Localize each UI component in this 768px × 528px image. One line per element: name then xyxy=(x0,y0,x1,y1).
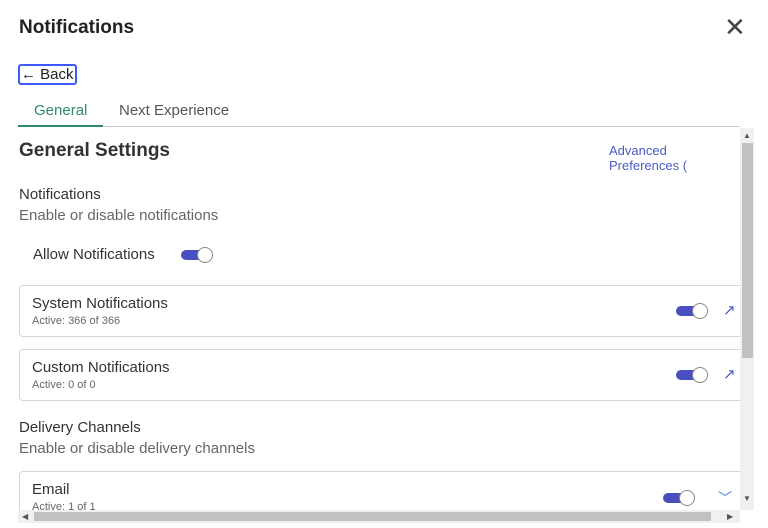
close-icon[interactable]: ✕ xyxy=(724,14,746,40)
delivery-channels-subtitle: Enable or disable delivery channels xyxy=(19,440,255,457)
scroll-right-arrow-icon[interactable]: ▶ xyxy=(727,512,733,521)
tab-next-experience[interactable]: Next Experience xyxy=(119,102,229,119)
allow-notifications-label: Allow Notifications xyxy=(33,246,155,263)
card-meta: Active: 1 of 1 xyxy=(32,501,96,510)
horizontal-scroll-thumb[interactable] xyxy=(34,512,711,521)
email-toggle[interactable] xyxy=(663,490,695,506)
tab-active-indicator xyxy=(18,125,103,127)
advanced-preferences-link[interactable]: Advanced Preferences ( xyxy=(609,143,740,173)
settings-scroll-area: General Settings Advanced Preferences ( … xyxy=(0,128,740,510)
external-link-icon[interactable]: ↗ xyxy=(723,365,736,383)
scroll-down-arrow-icon[interactable]: ▼ xyxy=(743,494,751,503)
external-link-icon[interactable]: ↗ xyxy=(723,301,736,319)
custom-notifications-card: Custom Notifications Active: 0 of 0 ↗ xyxy=(19,349,740,401)
custom-notifications-toggle[interactable] xyxy=(676,367,708,383)
vertical-scroll-thumb[interactable] xyxy=(742,143,753,358)
chevron-down-icon[interactable]: ﹀ xyxy=(718,488,732,508)
section-heading: General Settings xyxy=(19,140,170,161)
advanced-preferences-label: Advanced Preferences xyxy=(609,143,680,173)
card-name: System Notifications xyxy=(32,295,168,312)
delivery-channels-title: Delivery Channels xyxy=(19,419,141,436)
system-notifications-toggle[interactable] xyxy=(676,303,708,319)
scroll-left-arrow-icon[interactable]: ◀ xyxy=(22,512,28,521)
notifications-subtitle: Enable or disable notifications xyxy=(19,207,219,224)
external-link-icon: ( xyxy=(682,158,688,173)
allow-notifications-toggle[interactable] xyxy=(181,247,213,263)
card-name: Email xyxy=(32,481,70,498)
card-meta: Active: 366 of 366 xyxy=(32,315,121,327)
card-name: Custom Notifications xyxy=(32,359,170,376)
page-title: Notifications xyxy=(19,17,135,38)
card-meta: Active: 0 of 0 xyxy=(32,379,96,391)
notifications-title: Notifications xyxy=(19,186,101,203)
back-button[interactable]: ← Back xyxy=(18,64,77,85)
email-channel-card: Email Active: 1 of 1 ﹀ xyxy=(19,471,740,510)
scroll-up-arrow-icon[interactable]: ▲ xyxy=(743,131,751,140)
tab-general[interactable]: General xyxy=(34,102,87,119)
system-notifications-card: System Notifications Active: 366 of 366 … xyxy=(19,285,740,337)
tab-divider xyxy=(18,126,740,127)
